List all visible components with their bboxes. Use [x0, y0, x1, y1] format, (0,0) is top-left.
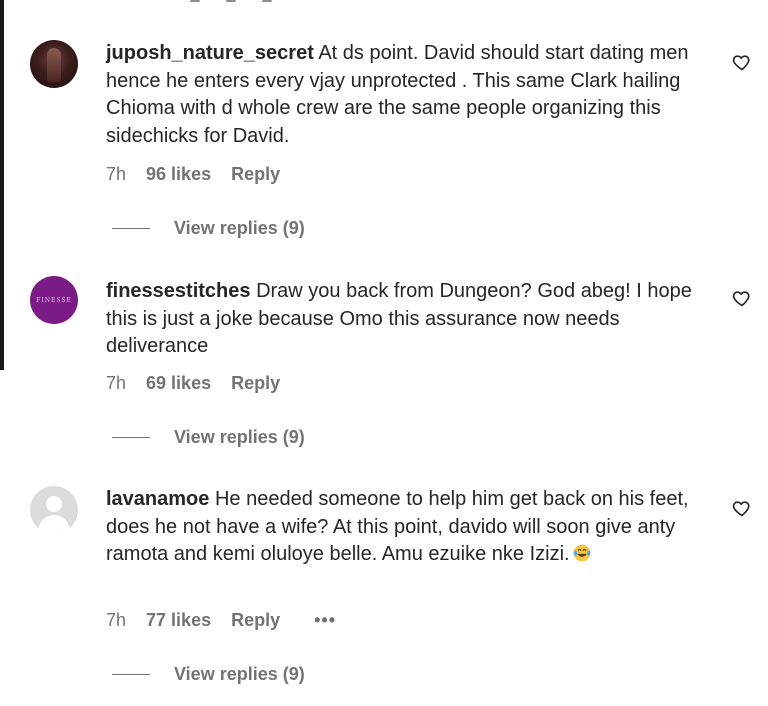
reply-button[interactable]: Reply [231, 373, 280, 394]
brand-logo-text: FINESSE [36, 296, 72, 304]
comment-username[interactable]: lavanamoe [106, 488, 209, 510]
laughing-tears-emoji [573, 544, 590, 562]
comment-time[interactable]: 7h [106, 610, 126, 631]
divider-line [112, 437, 150, 438]
comment-text: lavanamoe He needed someone to help him … [106, 486, 716, 569]
comment-username[interactable]: juposh_nature_secret [106, 42, 314, 64]
view-replies-button[interactable]: View replies (9) [112, 218, 305, 239]
default-avatar-body [38, 515, 70, 534]
avatar[interactable] [30, 40, 78, 88]
comment-text: juposh_nature_secret At ds point. David … [106, 40, 716, 150]
divider-line [112, 674, 150, 675]
reply-button[interactable]: Reply [231, 610, 280, 631]
comment-time[interactable]: 7h [106, 373, 126, 394]
more-options-icon[interactable]: ••• [314, 610, 336, 631]
view-replies-label[interactable]: View replies (9) [174, 664, 305, 685]
comment-meta: 7h 69 likes Reply [106, 373, 280, 394]
comment-meta: 7h 96 likes Reply [106, 164, 280, 185]
view-replies-label[interactable]: View replies (9) [174, 427, 305, 448]
heart-icon[interactable] [732, 498, 752, 518]
comment-time[interactable]: 7h [106, 164, 126, 185]
previous-content-fragment [190, 0, 330, 2]
default-avatar-head [46, 496, 62, 512]
heart-icon[interactable] [732, 288, 752, 308]
avatar[interactable] [30, 486, 78, 534]
comment-meta: 7h 77 likes Reply ••• [106, 610, 336, 631]
likes-count[interactable]: 69 likes [146, 373, 211, 394]
avatar[interactable]: FINESSE [30, 276, 78, 324]
comment-text: finessestitches Draw you back from Dunge… [106, 278, 716, 361]
heart-icon[interactable] [732, 52, 752, 72]
likes-count[interactable]: 77 likes [146, 610, 211, 631]
view-replies-button[interactable]: View replies (9) [112, 664, 305, 685]
divider-line [112, 228, 150, 229]
likes-count[interactable]: 96 likes [146, 164, 211, 185]
view-replies-label[interactable]: View replies (9) [174, 218, 305, 239]
window-edge [0, 0, 4, 370]
view-replies-button[interactable]: View replies (9) [112, 427, 305, 448]
reply-button[interactable]: Reply [231, 164, 280, 185]
comment-username[interactable]: finessestitches [106, 280, 251, 302]
